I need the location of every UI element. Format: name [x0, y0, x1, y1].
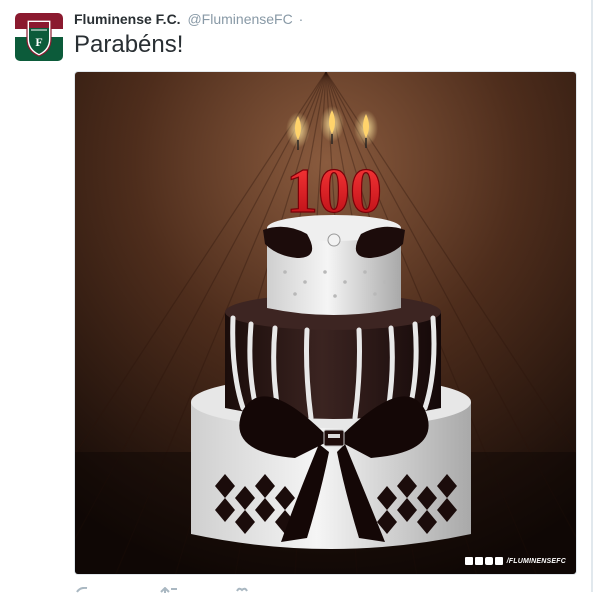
column-border — [591, 0, 593, 592]
candle-number: 100 — [286, 155, 382, 226]
instagram-icon — [484, 557, 493, 565]
author-handle[interactable]: @FluminenseFC — [187, 11, 292, 27]
retweet-icon[interactable] — [160, 587, 178, 593]
youtube-icon — [494, 557, 503, 565]
avatar[interactable]: F — [15, 13, 63, 61]
like-icon[interactable] — [236, 587, 248, 593]
watermark-text: /FLUMINENSEFC — [506, 557, 566, 565]
author-name[interactable]: Fluminense F.C. — [74, 11, 181, 27]
tweet-text: Parabéns! — [74, 31, 184, 58]
photo-watermark: /FLUMINENSEFC — [464, 555, 566, 567]
reply-icon[interactable] — [76, 587, 88, 593]
tweet-actions — [74, 585, 274, 597]
cake-photo: 100 — [75, 72, 576, 574]
twitter-icon — [474, 557, 483, 565]
separator-dot: · — [298, 11, 304, 27]
svg-text:F: F — [35, 35, 42, 49]
facebook-icon — [464, 557, 473, 565]
tweet-header: Fluminense F.C. @FluminenseFC · — [74, 11, 303, 31]
tweet-photo[interactable]: 100 /FLUMINENSEFC — [74, 71, 577, 575]
club-crest-logo: F — [15, 13, 63, 61]
